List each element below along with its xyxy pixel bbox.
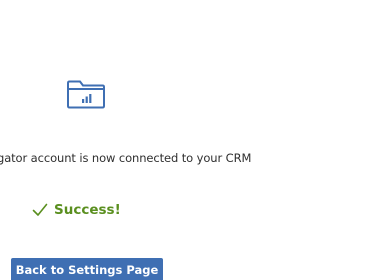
checkmark-icon — [32, 203, 48, 216]
back-to-settings-button[interactable]: Back to Settings Page — [11, 258, 163, 280]
folder-chart-icon — [67, 80, 105, 109]
connection-message: gator account is now connected to your C… — [0, 151, 252, 165]
connection-success-panel: gator account is now connected to your C… — [0, 0, 373, 280]
success-label: Success! — [54, 202, 121, 218]
success-indicator: Success! — [32, 200, 121, 220]
